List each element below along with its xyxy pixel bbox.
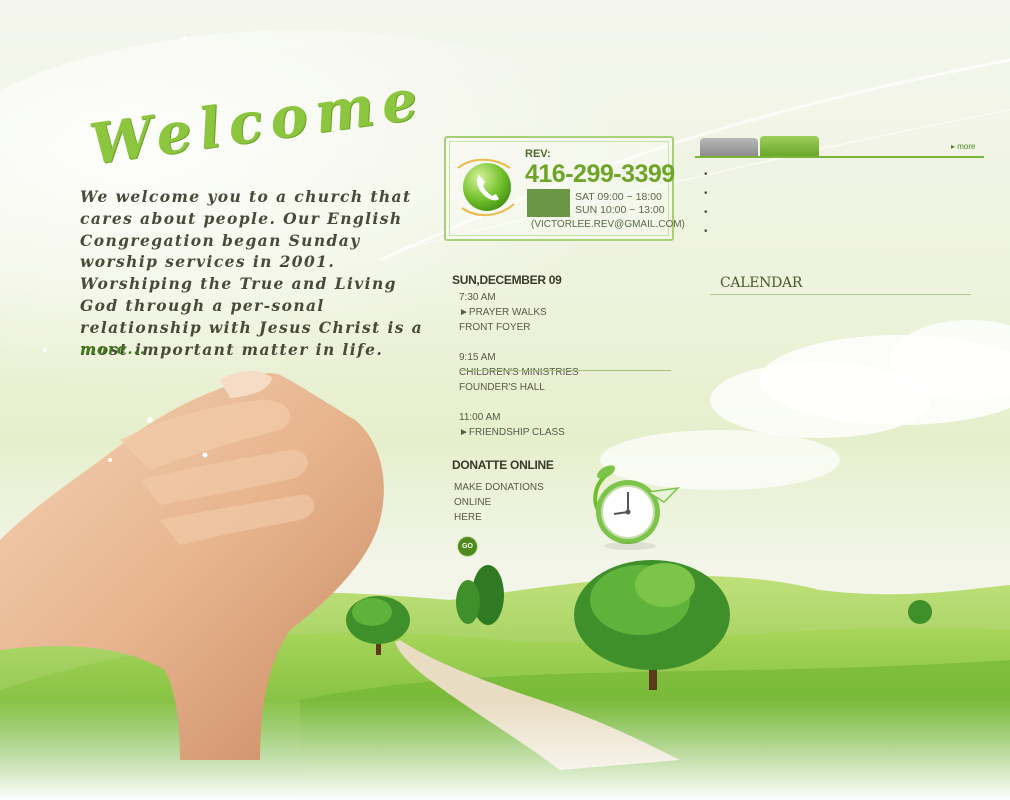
- calendar-heading: CALENDAR: [720, 275, 803, 291]
- hours-sun: SUN 10:00 ~ 13:00: [575, 204, 665, 216]
- welcome-more-link[interactable]: more...: [80, 340, 146, 358]
- event-time: 9:15 AM: [459, 352, 496, 363]
- event-time: 11:00 AM: [459, 412, 501, 423]
- event-title: ►PRAYER WALKS: [459, 307, 547, 318]
- tab-underline: [695, 156, 984, 158]
- welcome-text: We welcome you to a church that cares ab…: [80, 187, 424, 359]
- notice-item[interactable]: •: [704, 227, 708, 237]
- schedule-event-2[interactable]: 9:15 AM CHILDREN'S MINISTRIES FOUNDER'S …: [459, 350, 579, 395]
- phone-icon: [457, 158, 515, 216]
- schedule-divider: [459, 370, 671, 371]
- tab-1[interactable]: [700, 138, 758, 156]
- donate-line-2: ONLINE: [454, 497, 492, 508]
- donate-go-button[interactable]: GO: [458, 537, 477, 556]
- email-address[interactable]: (VICTORLEE.REV@GMAIL.COM): [531, 219, 685, 230]
- clock-icon: [593, 465, 681, 550]
- donate-line-1: MAKE DONATIONS: [454, 482, 544, 493]
- donate-text: MAKE DONATIONS ONLINE HERE: [454, 480, 544, 525]
- event-place: FOUNDER'S HALL: [459, 382, 545, 393]
- notice-more-link[interactable]: ▸ more: [951, 142, 975, 151]
- donate-heading: DONATTE ONLINE: [452, 458, 554, 472]
- event-place: FRONT FOYER: [459, 322, 531, 333]
- phone-number[interactable]: 416-299-3399: [525, 160, 675, 189]
- schedule-event-1[interactable]: 7:30 AM ►PRAYER WALKS FRONT FOYER: [459, 290, 547, 335]
- calendar-divider: [710, 294, 971, 295]
- schedule-event-3[interactable]: 11:00 AM ►FRIENDSHIP CLASS: [459, 410, 565, 440]
- donate-line-3: HERE: [454, 512, 482, 523]
- event-title: CHILDREN'S MINISTRIES: [459, 367, 579, 378]
- event-title: ►FRIENDSHIP CLASS: [459, 427, 565, 438]
- notice-item[interactable]: •: [704, 189, 708, 199]
- rev-label: REV:: [525, 148, 551, 160]
- event-time: 7:30 AM: [459, 292, 496, 303]
- service-hours: SAT 09:00 ~ 18:00 SUN 10:00 ~ 13:00: [575, 191, 665, 217]
- notice-item[interactable]: •: [704, 170, 708, 180]
- hours-badge: [527, 189, 570, 217]
- schedule-date: SUN,DECEMBER 09: [452, 273, 562, 287]
- notice-item[interactable]: •: [704, 208, 708, 218]
- hours-sat: SAT 09:00 ~ 18:00: [575, 191, 662, 203]
- tab-2[interactable]: [760, 136, 819, 156]
